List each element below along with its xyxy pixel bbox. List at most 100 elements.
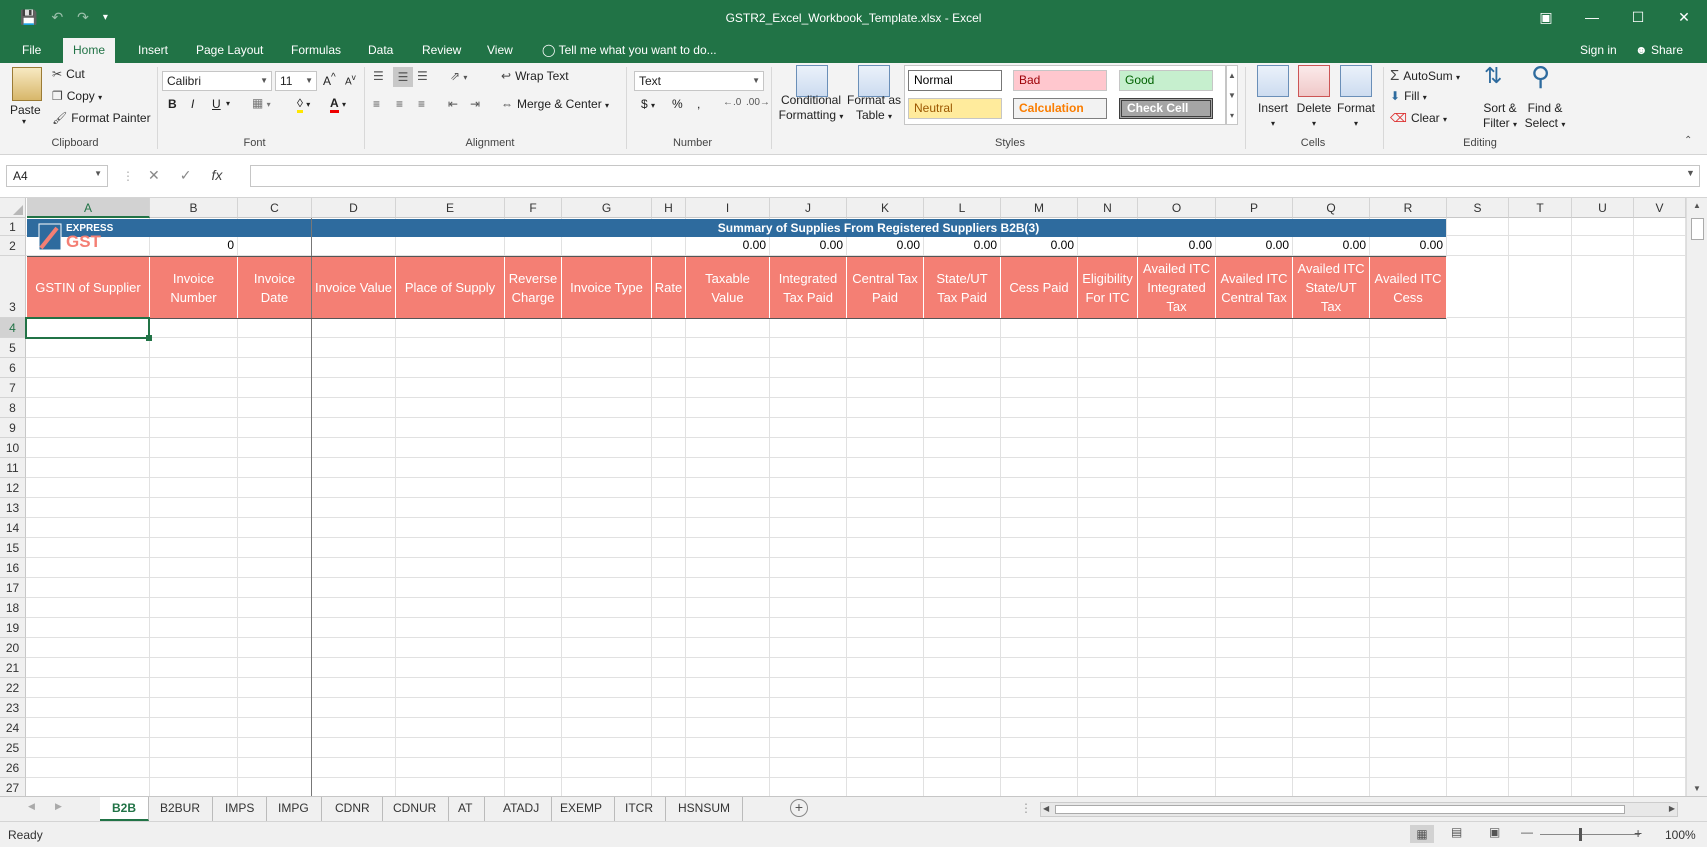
row-header-18[interactable]: 18 xyxy=(0,598,26,618)
fill-handle[interactable] xyxy=(146,335,152,341)
row-header-27[interactable]: 27 xyxy=(0,778,26,796)
column-header-i[interactable]: I xyxy=(686,198,770,218)
maximize-button[interactable]: ☐ xyxy=(1615,0,1661,34)
header-cell[interactable]: Invoice Number xyxy=(150,257,238,318)
column-header-a[interactable]: A xyxy=(27,198,150,218)
increase-indent-icon[interactable]: ⇥ xyxy=(470,97,480,111)
column-header-t[interactable]: T xyxy=(1509,198,1572,218)
style-good[interactable]: Good xyxy=(1119,70,1213,91)
zoom-slider[interactable] xyxy=(1540,834,1640,835)
font-size-combo[interactable]: 11 ▼ xyxy=(275,71,317,91)
column-header-q[interactable]: Q xyxy=(1293,198,1370,218)
column-header-p[interactable]: P xyxy=(1216,198,1293,218)
zoom-in-button[interactable]: + xyxy=(1634,825,1642,841)
column-header-u[interactable]: U xyxy=(1572,198,1634,218)
header-cell[interactable]: Invoice Type xyxy=(562,257,652,318)
header-cell[interactable]: Availed ITC Cess xyxy=(1370,257,1447,318)
fill-color-icon[interactable]: ◊ ▾ xyxy=(297,96,310,113)
total-cell-l[interactable]: 0.00 xyxy=(924,238,1001,255)
style-calculation[interactable]: Calculation xyxy=(1013,98,1107,119)
align-top-icon[interactable]: ☰ xyxy=(373,69,384,83)
fill-button[interactable]: ⬇ Fill ▾ xyxy=(1390,89,1427,103)
sheet-tab-hsnsum[interactable]: HSNSUM xyxy=(666,797,744,821)
style-neutral[interactable]: Neutral xyxy=(908,98,1002,119)
sheet-tab-atadj[interactable]: ATADJ xyxy=(491,797,553,821)
decrease-decimal-icon[interactable]: .00→ xyxy=(746,97,770,108)
find-select-button[interactable]: Find & Select ▾ xyxy=(1522,101,1568,132)
insert-cells-button[interactable]: Insert ▾ xyxy=(1257,101,1289,131)
column-header-j[interactable]: J xyxy=(770,198,847,218)
close-button[interactable]: ✕ xyxy=(1661,0,1707,34)
row-header-14[interactable]: 14 xyxy=(0,518,26,538)
scroll-tabs-right-icon[interactable]: ▶ xyxy=(55,801,62,812)
conditional-formatting-button[interactable]: Conditional Formatting ▾ xyxy=(778,93,844,124)
formula-input[interactable] xyxy=(250,165,1700,187)
font-name-combo[interactable]: Calibri ▼ xyxy=(162,71,272,91)
sheet-tab-imps[interactable]: IMPS xyxy=(213,797,268,821)
column-header-r[interactable]: R xyxy=(1370,198,1447,218)
row-header-25[interactable]: 25 xyxy=(0,738,26,758)
comma-button[interactable]: , xyxy=(697,97,700,111)
tab-insert[interactable]: Insert xyxy=(128,38,178,63)
collapse-ribbon-icon[interactable]: ⌃ xyxy=(1684,135,1692,146)
decrease-indent-icon[interactable]: ⇤ xyxy=(448,97,458,111)
column-header-d[interactable]: D xyxy=(312,198,396,218)
increase-decimal-icon[interactable]: ←.0 xyxy=(723,97,741,108)
underline-button[interactable]: U xyxy=(212,97,221,111)
scroll-up-icon[interactable]: ▲ xyxy=(1693,201,1701,210)
header-cell[interactable]: Availed ITC Central Tax xyxy=(1216,257,1293,318)
select-all-corner[interactable] xyxy=(0,198,26,218)
tab-formulas[interactable]: Formulas xyxy=(281,38,351,63)
active-cell-border[interactable] xyxy=(25,317,150,339)
header-cell[interactable]: Taxable Value xyxy=(686,257,770,318)
total-cell-b[interactable]: 0 xyxy=(150,238,238,255)
align-right-icon[interactable]: ≡ xyxy=(418,97,425,111)
styles-gallery-scroll[interactable]: ▲ ▼ ▾ xyxy=(1226,65,1238,125)
header-cell[interactable]: Central Tax Paid xyxy=(847,257,924,318)
total-cell-p[interactable]: 0.00 xyxy=(1216,238,1293,255)
header-cell[interactable]: GSTIN of Supplier xyxy=(27,257,150,318)
row-header-26[interactable]: 26 xyxy=(0,758,26,778)
align-center-icon[interactable]: ≡ xyxy=(396,97,403,111)
row-header-20[interactable]: 20 xyxy=(0,638,26,658)
italic-button[interactable]: I xyxy=(191,97,194,111)
tab-home[interactable]: Home xyxy=(63,38,116,63)
sort-filter-button[interactable]: Sort & Filter ▾ xyxy=(1478,101,1522,132)
column-header-b[interactable]: B xyxy=(150,198,238,218)
cut-button[interactable]: ✂ Cut xyxy=(52,67,85,81)
ribbon-display-icon[interactable]: ▣ xyxy=(1523,0,1569,34)
row-header-15[interactable]: 15 xyxy=(0,538,26,558)
delete-cells-icon[interactable] xyxy=(1298,65,1330,97)
sign-in-link[interactable]: Sign in xyxy=(1580,38,1617,63)
format-cells-button[interactable]: Format ▾ xyxy=(1337,101,1375,131)
copy-button[interactable]: ❐ Copy ▾ xyxy=(52,89,102,103)
row-header-17[interactable]: 17 xyxy=(0,578,26,598)
row-header-9[interactable]: 9 xyxy=(0,418,26,438)
format-as-table-button[interactable]: Format as Table ▾ xyxy=(846,93,902,124)
enter-icon[interactable]: ✓ xyxy=(180,167,192,184)
zoom-out-button[interactable]: — xyxy=(1521,825,1533,839)
clear-button[interactable]: ⌫ Clear ▾ xyxy=(1390,111,1447,125)
row-header-21[interactable]: 21 xyxy=(0,658,26,678)
name-box[interactable]: A4 ▼ xyxy=(6,165,108,187)
scroll-left-icon[interactable]: ◀ xyxy=(1043,804,1049,813)
sheet-tab-itcr[interactable]: ITCR xyxy=(613,797,666,821)
page-break-view-icon[interactable]: ▣ xyxy=(1489,825,1500,839)
minimize-button[interactable]: — xyxy=(1569,0,1615,34)
normal-view-icon[interactable]: ▦ xyxy=(1410,825,1434,843)
row-header-22[interactable]: 22 xyxy=(0,678,26,698)
worksheet-grid[interactable]: ABCDEFGHIJKLMNOPQRSTUV 1 2 3 4 5 6 7 8 9 10 11 12 13… xyxy=(0,198,1686,796)
merge-center-button[interactable]: ⇔ Merge & Center ▾ xyxy=(501,97,609,111)
borders-icon[interactable]: ▦ ▾ xyxy=(252,96,271,110)
column-header-n[interactable]: N xyxy=(1078,198,1138,218)
row-header-19[interactable]: 19 xyxy=(0,618,26,638)
column-header-l[interactable]: L xyxy=(924,198,1001,218)
header-cell[interactable]: Cess Paid xyxy=(1001,257,1078,318)
autosum-button[interactable]: Σ AutoSum ▾ xyxy=(1390,67,1460,84)
column-header-v[interactable]: V xyxy=(1634,198,1686,218)
column-header-s[interactable]: S xyxy=(1447,198,1509,218)
paste-dropdown-icon[interactable]: ▾ xyxy=(22,117,26,126)
align-left-icon[interactable]: ≡ xyxy=(373,97,380,111)
row-header-1[interactable]: 1 xyxy=(0,218,26,236)
row-header-12[interactable]: 12 xyxy=(0,478,26,498)
